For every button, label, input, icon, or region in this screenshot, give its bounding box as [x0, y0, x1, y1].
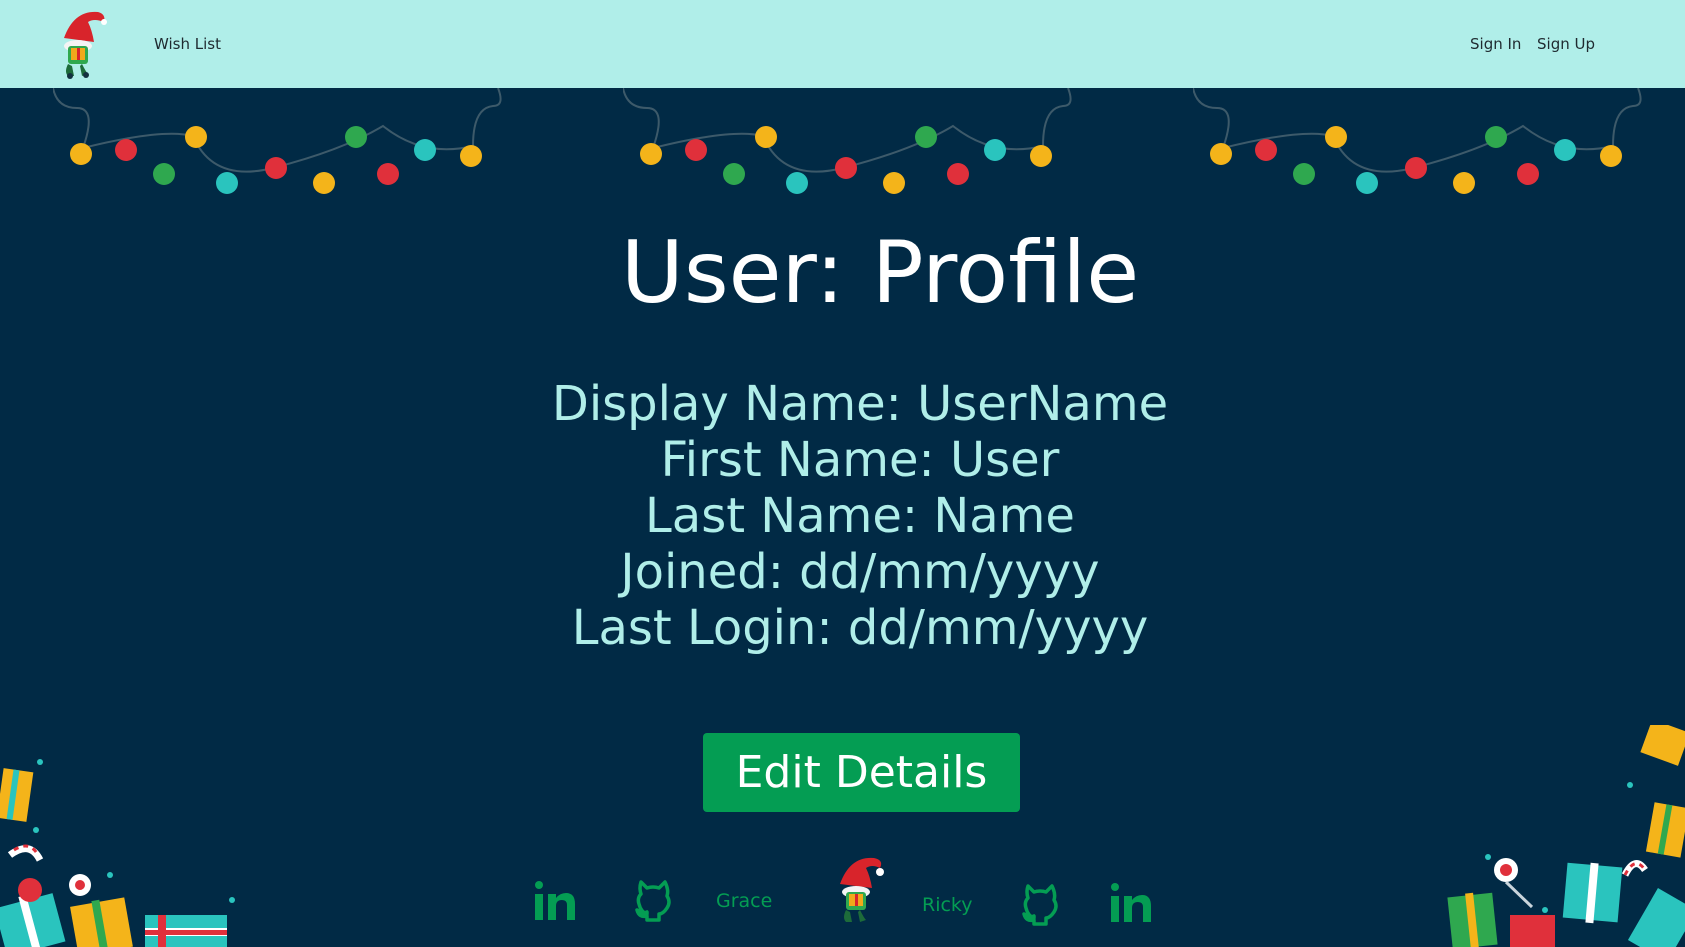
gnome-logo-icon: [840, 857, 884, 922]
nav-wish-list-link[interactable]: Wish List: [154, 34, 221, 54]
joined-date-text: Joined: dd/mm/yyyy: [620, 544, 1100, 600]
last-login-text: Last Login: dd/mm/yyyy: [571, 600, 1149, 656]
linkedin-icon[interactable]: [1110, 882, 1152, 924]
navbar: Wish List Sign In Sign Up: [0, 0, 1685, 88]
linkedin-icon[interactable]: [534, 880, 576, 922]
github-icon[interactable]: [633, 878, 673, 922]
developer-name-ricky: Ricky: [922, 894, 973, 916]
edit-details-button[interactable]: Edit Details: [703, 733, 1020, 812]
display-name-text: Display Name: UserName: [551, 376, 1169, 432]
profile-section: User: Profile Display Name: UserName Fir…: [0, 200, 1685, 840]
nav-sign-in-link[interactable]: Sign In: [1470, 34, 1521, 54]
last-name-text: Last Name: Name: [645, 488, 1075, 544]
christmas-lights-decoration: [623, 88, 1072, 194]
christmas-lights-decoration: [53, 88, 502, 194]
gnome-logo-icon[interactable]: [54, 8, 110, 80]
developer-name-grace: Grace: [716, 890, 773, 912]
footer: Grace Ricky: [0, 840, 1685, 947]
nav-sign-up-link[interactable]: Sign Up: [1537, 34, 1595, 54]
profile-details: Display Name: UserName First Name: User …: [0, 376, 1685, 656]
page-title: User: Profile: [620, 223, 1140, 323]
christmas-lights-decoration: [1193, 88, 1642, 194]
github-icon[interactable]: [1020, 882, 1060, 926]
first-name-text: First Name: User: [660, 432, 1060, 488]
